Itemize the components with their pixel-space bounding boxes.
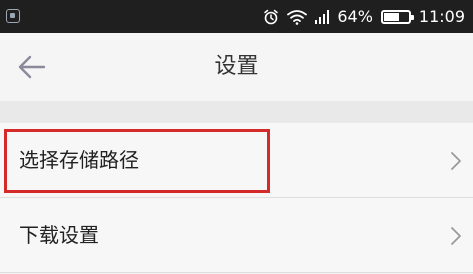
status-time: 11:09	[418, 7, 465, 26]
battery-icon	[380, 9, 414, 24]
list-item-download-settings[interactable]: 下载设置	[0, 198, 473, 273]
wifi-icon	[287, 9, 308, 25]
back-button[interactable]	[14, 51, 50, 83]
chevron-right-icon	[451, 227, 461, 245]
app-bar: 设置	[0, 33, 473, 101]
back-arrow-icon	[18, 55, 46, 79]
status-icons: 64% 11:09	[263, 0, 465, 33]
signal-icon	[315, 9, 330, 24]
list-item-storage-path[interactable]: 选择存储路径	[0, 123, 473, 198]
battery-level-fill	[383, 12, 400, 21]
list-item-label: 选择存储路径	[19, 148, 139, 172]
chevron-right-icon	[451, 152, 461, 170]
page-title: 设置	[214, 54, 259, 79]
status-bar: 64% 11:09	[0, 0, 473, 33]
list-item-label: 下载设置	[19, 223, 99, 247]
gallery-notification-icon	[6, 9, 20, 23]
section-divider	[0, 101, 473, 123]
battery-percent: 64%	[337, 7, 373, 26]
settings-list: 选择存储路径 下载设置	[0, 123, 473, 273]
alarm-icon	[263, 9, 279, 25]
